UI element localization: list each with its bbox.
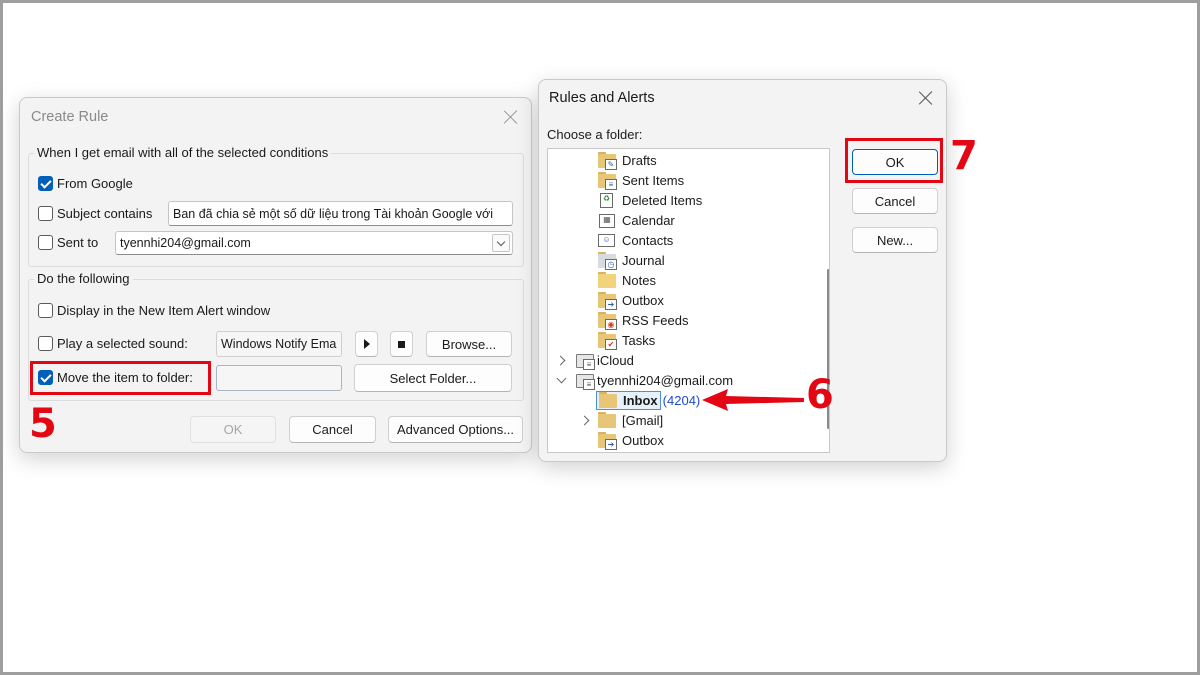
mailbox-account-icon: ≡: [576, 352, 595, 370]
folder-label: Outbox: [622, 292, 664, 308]
notes-folder-icon: [598, 272, 616, 288]
chevron-right-icon[interactable]: [580, 415, 590, 425]
play-icon: [363, 339, 370, 349]
ok-button-highlight: [845, 138, 943, 183]
folder-label: Inbox: [623, 392, 658, 408]
from-label: From Google: [57, 176, 133, 191]
display-alert-action[interactable]: Display in the New Item Alert window: [38, 303, 270, 318]
sent-items-folder-icon: ≡: [598, 172, 617, 190]
chevron-down-icon[interactable]: [492, 234, 510, 252]
folder-label: Journal: [622, 252, 665, 268]
drafts-folder-icon: ✎: [598, 152, 617, 170]
chevron-right-icon[interactable]: [556, 355, 566, 365]
ok-button[interactable]: OK: [190, 416, 276, 443]
sound-file-input[interactable]: Windows Notify Ema: [216, 331, 342, 357]
play-sound-button[interactable]: [355, 331, 378, 357]
mailbox-account-icon: ≡: [576, 372, 595, 390]
folder-item-drafts[interactable]: ✎ Drafts: [598, 150, 657, 170]
subject-input[interactable]: Ban đã chia sẻ một số dữ liệu trong Tài …: [168, 201, 513, 226]
sent-to-label: Sent to: [57, 235, 99, 250]
display-alert-checkbox[interactable]: [38, 303, 53, 318]
folder-label: Deleted Items: [622, 192, 703, 208]
close-icon[interactable]: [918, 90, 934, 106]
inbox-folder-icon: [599, 392, 617, 408]
unread-count: (4204): [662, 392, 701, 408]
sent-to-value: tyennhi204@gmail.com: [120, 236, 251, 250]
outbox-folder-icon: ➔: [598, 292, 617, 310]
folder-label: Calendar: [622, 212, 675, 228]
folder-item-calendar[interactable]: ▦ Calendar: [598, 210, 675, 230]
folder-label: Tasks: [622, 332, 656, 348]
folder-item-outbox[interactable]: ➔ Outbox: [598, 290, 664, 310]
folder-item-contacts[interactable]: ☺ Contacts: [598, 230, 673, 250]
folder-label: RSS Feeds: [622, 312, 689, 328]
folder-item-deleted-items[interactable]: ♻ Deleted Items: [598, 190, 702, 210]
rss-feeds-folder-icon: ◉: [598, 312, 617, 330]
conditions-group-label: When I get email with all of the selecte…: [34, 145, 332, 160]
browse-button[interactable]: Browse...: [426, 331, 512, 357]
sent-to-input[interactable]: tyennhi204@gmail.com: [115, 231, 513, 255]
folder-item-notes[interactable]: Notes: [598, 270, 656, 290]
deleted-items-folder-icon: ♻: [598, 192, 616, 208]
arrow-icon: [702, 389, 804, 411]
choose-folder-label: Choose a folder:: [547, 127, 643, 142]
create-rule-dialog: Create Rule When I get email with all of…: [19, 97, 532, 453]
close-icon[interactable]: [503, 109, 519, 125]
subject-condition[interactable]: Subject contains: [38, 206, 152, 221]
inbox-selection[interactable]: Inbox: [596, 390, 661, 410]
step-7-label: 7: [950, 133, 978, 179]
from-condition[interactable]: From Google: [38, 176, 133, 191]
advanced-options-button[interactable]: Advanced Options...: [388, 416, 523, 443]
move-to-folder-highlight: [30, 361, 211, 395]
step-5-label: 5: [29, 401, 57, 447]
folder-item-gmail[interactable]: [Gmail]: [598, 410, 663, 430]
folder-label: Notes: [622, 272, 656, 288]
sent-to-condition[interactable]: Sent to: [38, 235, 98, 250]
rules-and-alerts-title: Rules and Alerts: [549, 90, 655, 106]
play-sound-checkbox[interactable]: [38, 336, 53, 351]
cancel-button[interactable]: Cancel: [852, 188, 938, 214]
folder-label: Drafts: [622, 152, 657, 168]
folder-label: [Gmail]: [622, 412, 664, 428]
stop-icon: [398, 340, 405, 348]
folder-item-inbox[interactable]: Inbox (4204): [596, 390, 700, 410]
display-alert-label: Display in the New Item Alert window: [57, 303, 271, 318]
target-folder-field[interactable]: [216, 365, 342, 391]
account-label: iCloud: [597, 352, 634, 368]
play-sound-action[interactable]: Play a selected sound:: [38, 336, 188, 351]
folder-item-sent-items[interactable]: ≡ Sent Items: [598, 170, 684, 190]
stop-sound-button[interactable]: [390, 331, 413, 357]
from-checkbox[interactable]: [38, 176, 53, 191]
step-6-label: 6: [806, 372, 834, 418]
new-folder-button[interactable]: New...: [852, 227, 938, 253]
folder-item-gmail-outbox[interactable]: ➔ Outbox: [598, 430, 664, 450]
chevron-down-icon[interactable]: [556, 375, 566, 385]
select-folder-button[interactable]: Select Folder...: [354, 364, 512, 392]
gmail-folder-icon: [598, 412, 616, 428]
tasks-folder-icon: ✔: [598, 332, 617, 350]
journal-folder-icon: ◷: [598, 252, 617, 270]
account-item-icloud[interactable]: ≡ iCloud: [576, 350, 634, 370]
sent-to-checkbox[interactable]: [38, 235, 53, 250]
calendar-folder-icon: ▦: [598, 212, 616, 228]
outbox-folder-icon: ➔: [598, 432, 617, 450]
folder-label: Outbox: [622, 432, 664, 448]
folder-label: Sent Items: [622, 172, 685, 188]
play-sound-label: Play a selected sound:: [57, 336, 188, 351]
create-rule-title: Create Rule: [31, 109, 109, 125]
subject-label: Subject contains: [57, 206, 153, 221]
folder-item-tasks[interactable]: ✔ Tasks: [598, 330, 655, 350]
folder-label: Contacts: [622, 232, 674, 248]
subject-checkbox[interactable]: [38, 206, 53, 221]
contacts-folder-icon: ☺: [598, 232, 616, 248]
cancel-button[interactable]: Cancel: [289, 416, 376, 443]
folder-item-journal[interactable]: ◷ Journal: [598, 250, 665, 270]
actions-group-label: Do the following: [34, 271, 133, 286]
folder-item-rss-feeds[interactable]: ◉ RSS Feeds: [598, 310, 688, 330]
